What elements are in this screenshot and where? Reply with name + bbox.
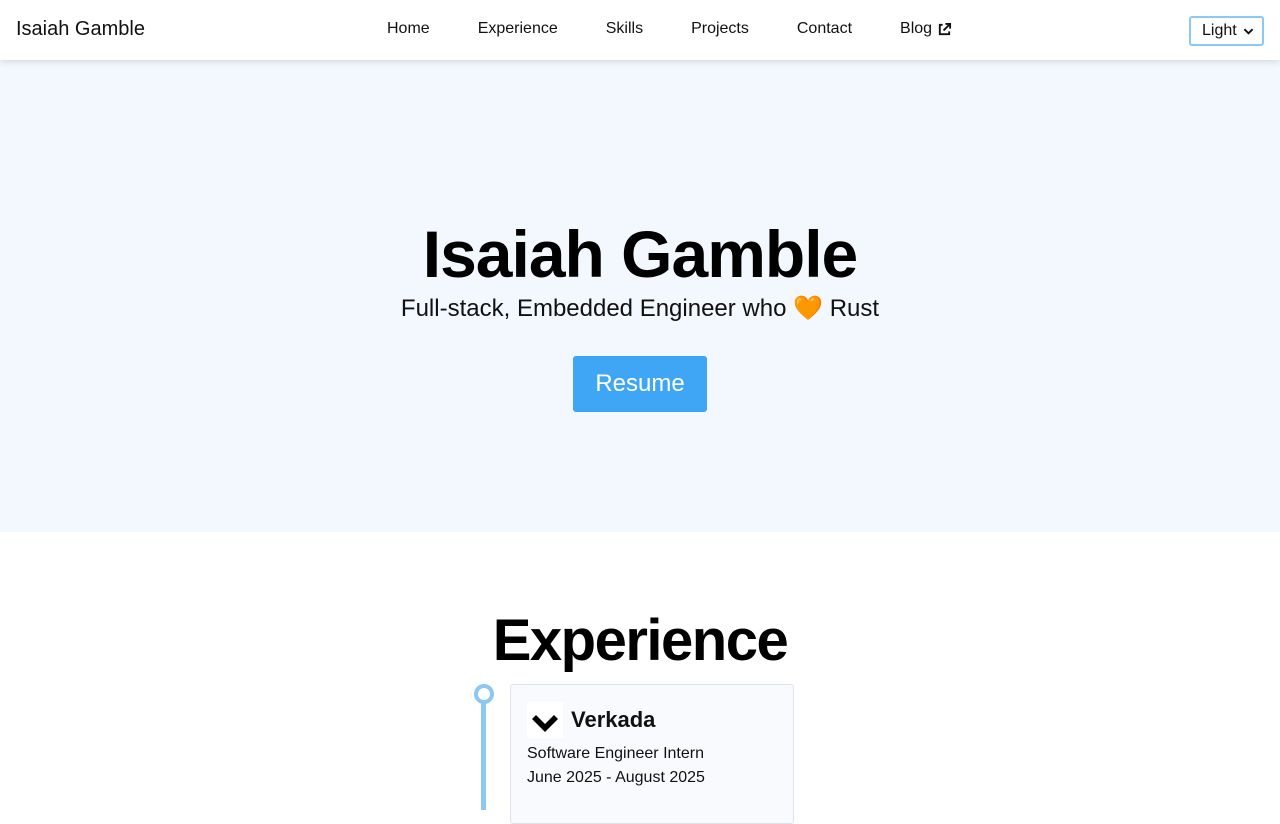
nav-link-experience[interactable]: Experience xyxy=(478,20,558,38)
job-dates: June 2025 - August 2025 xyxy=(527,769,705,786)
experience-title: Experience xyxy=(492,608,789,673)
nav-link-blog[interactable]: Blog xyxy=(900,20,952,38)
heart-icon: 🧡 xyxy=(793,295,824,322)
nav-link-skills[interactable]: Skills xyxy=(606,20,643,38)
timeline-line xyxy=(481,700,486,810)
resume-button[interactable]: Resume xyxy=(573,356,707,412)
hero-subtitle: Full-stack, Embedded Engineer who 🧡 Rust xyxy=(0,294,1280,323)
nav-links: Home Experience Skills Projects Contact … xyxy=(387,20,952,38)
hero-subtitle-text: Full-stack, Embedded Engineer who xyxy=(400,295,787,322)
hero-section: Isaiah Gamble Full-stack, Embedded Engin… xyxy=(0,60,1280,532)
job-role: Software Engineer Intern xyxy=(527,745,704,762)
hero-title: Isaiah Gamble xyxy=(422,217,859,291)
verkada-logo-icon xyxy=(527,702,563,738)
experience-card: Verkada Software Engineer Intern June 20… xyxy=(510,684,794,824)
company-name: Verkada xyxy=(571,707,656,732)
nav-link-blog-label: Blog xyxy=(900,20,933,37)
top-navbar: Isaiah Gamble Home Experience Skills Pro… xyxy=(0,0,1280,60)
experience-section: Experience Verkada Software Engineer Int… xyxy=(0,532,1280,824)
site-brand[interactable]: Isaiah Gamble xyxy=(16,18,145,41)
hero-subtitle-rust: Rust xyxy=(829,295,880,322)
theme-select[interactable]: Light xyxy=(1189,16,1264,46)
nav-link-projects[interactable]: Projects xyxy=(691,20,749,38)
timeline-dot xyxy=(474,684,494,704)
theme-select-value: Light xyxy=(1202,22,1237,39)
external-link-icon xyxy=(938,22,952,35)
chevron-down-icon xyxy=(1243,28,1254,35)
nav-link-home[interactable]: Home xyxy=(387,20,430,38)
nav-link-contact[interactable]: Contact xyxy=(797,20,852,38)
